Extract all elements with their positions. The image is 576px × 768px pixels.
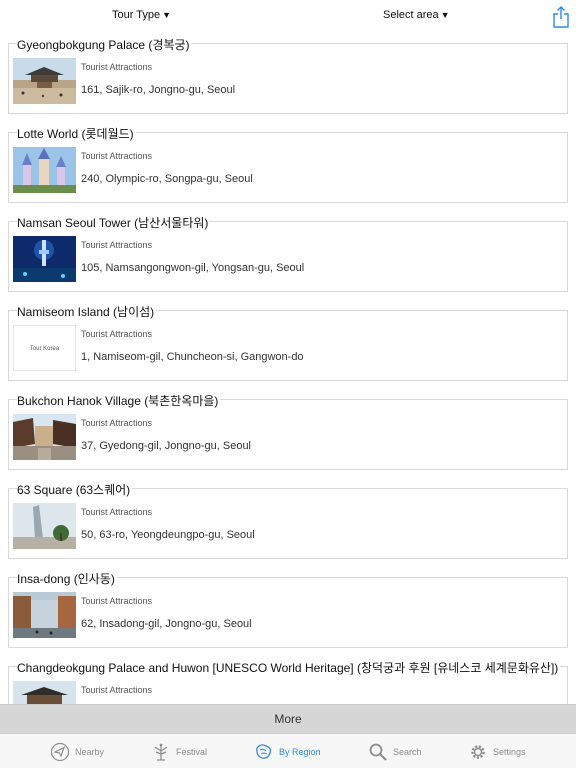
- tab-by-region[interactable]: By Region: [254, 739, 321, 765]
- place-title: Lotte World (롯데월드): [17, 125, 136, 142]
- tab-nearby[interactable]: Nearby: [50, 739, 104, 765]
- placeholder-text: Tour Korea: [30, 346, 60, 352]
- select-area-dropdown[interactable]: Select area ▼: [383, 9, 450, 21]
- place-thumbnail: [13, 147, 76, 193]
- tab-label: By Region: [279, 747, 321, 757]
- gear-icon: [468, 742, 488, 762]
- more-button[interactable]: More: [0, 704, 576, 733]
- place-category: Tourist Attractions: [81, 240, 153, 250]
- tour-type-label: Tour Type: [112, 9, 161, 21]
- place-title: Gyeongbokgung Palace (경복궁): [17, 36, 192, 53]
- place-address: 1, Namiseom-gil, Chuncheon-si, Gangwon-d…: [81, 351, 304, 363]
- place-address: 62, Insadong-gil, Jongno-gu, Seoul: [81, 618, 252, 630]
- place-title: 63 Square (63스퀘어): [17, 481, 133, 498]
- place-thumbnail: [13, 236, 76, 282]
- map-icon: [254, 742, 274, 762]
- tab-label: Search: [393, 747, 422, 757]
- tab-label: Settings: [493, 747, 526, 757]
- place-thumbnail: Tour Korea: [13, 325, 76, 371]
- chevron-down-icon: ▼: [440, 10, 450, 20]
- place-card[interactable]: Tourist Attractions 37, Gyedong-gil, Jong…: [8, 399, 568, 470]
- place-thumbnail: [13, 592, 76, 638]
- place-title: Insa-dong (인사동): [17, 570, 117, 587]
- place-category: Tourist Attractions: [81, 685, 153, 695]
- svg-text:Tour Korea: Tour Korea: [30, 346, 60, 352]
- place-title: Changdeokgung Palace and Huwon [UNESCO W…: [17, 659, 561, 676]
- place-card[interactable]: Tourist Attractions 62, Insadong-gil, Jon…: [8, 577, 568, 648]
- place-thumbnail: [13, 58, 76, 104]
- place-category: Tourist Attractions: [81, 62, 153, 72]
- place-thumbnail: [13, 681, 76, 704]
- place-title: Bukchon Hanok Village (북촌한옥마을): [17, 392, 221, 409]
- place-thumbnail: [13, 414, 76, 460]
- select-area-label: Select area: [383, 9, 439, 21]
- bottom-tab-bar: Nearby Festival By Region Search Settings: [0, 733, 576, 768]
- place-list[interactable]: Tourist Attractions 161, Sajik-ro, Jongno…: [0, 34, 576, 704]
- place-title: Namiseom Island (남이섬): [17, 303, 157, 320]
- place-category: Tourist Attractions: [81, 418, 153, 428]
- festival-icon: [151, 742, 171, 762]
- place-card[interactable]: Tourist Attractions 240, Olympic-ro, Song…: [8, 132, 568, 203]
- tab-festival[interactable]: Festival: [151, 739, 207, 765]
- tab-settings[interactable]: Settings: [468, 739, 526, 765]
- place-thumbnail: [13, 503, 76, 549]
- tour-type-dropdown[interactable]: Tour Type ▼: [112, 9, 171, 21]
- place-card[interactable]: Tour Korea Tourist Attractions 1, Namiseom…: [8, 310, 568, 381]
- share-icon[interactable]: [552, 6, 570, 28]
- place-address: 161, Sajik-ro, Jongno-gu, Seoul: [81, 84, 236, 96]
- location-arrow-icon: [50, 742, 70, 762]
- chevron-down-icon: ▼: [162, 10, 172, 20]
- tab-label: Nearby: [75, 747, 105, 757]
- place-address: 240, Olympic-ro, Songpa-gu, Seoul: [81, 173, 253, 185]
- place-address: 37, Gyedong-gil, Jongno-gu, Seoul: [81, 440, 252, 452]
- place-category: Tourist Attractions: [81, 596, 153, 606]
- place-address: 50, 63-ro, Yeongdeungpo-gu, Seoul: [81, 529, 255, 541]
- tab-search[interactable]: Search: [368, 739, 422, 765]
- place-title: Namsan Seoul Tower (남산서울타워): [17, 214, 211, 231]
- place-card[interactable]: Tourist Attractions 50, 63-ro, Yeongdeung…: [8, 488, 568, 559]
- place-card[interactable]: Tourist Attractions 161, Sajik-ro, Jongno…: [8, 43, 568, 114]
- top-filter-bar: Tour Type ▼ Select area ▼: [0, 0, 576, 34]
- place-category: Tourist Attractions: [81, 329, 153, 339]
- place-category: Tourist Attractions: [81, 151, 153, 161]
- place-category: Tourist Attractions: [81, 507, 153, 517]
- tab-label: Festival: [176, 747, 208, 757]
- place-address: 105, Namsangongwon-gil, Yongsan-gu, Seou…: [81, 262, 305, 274]
- place-card[interactable]: Tourist Attractions 105, Namsangongwon-gi…: [8, 221, 568, 292]
- search-icon: [368, 742, 388, 762]
